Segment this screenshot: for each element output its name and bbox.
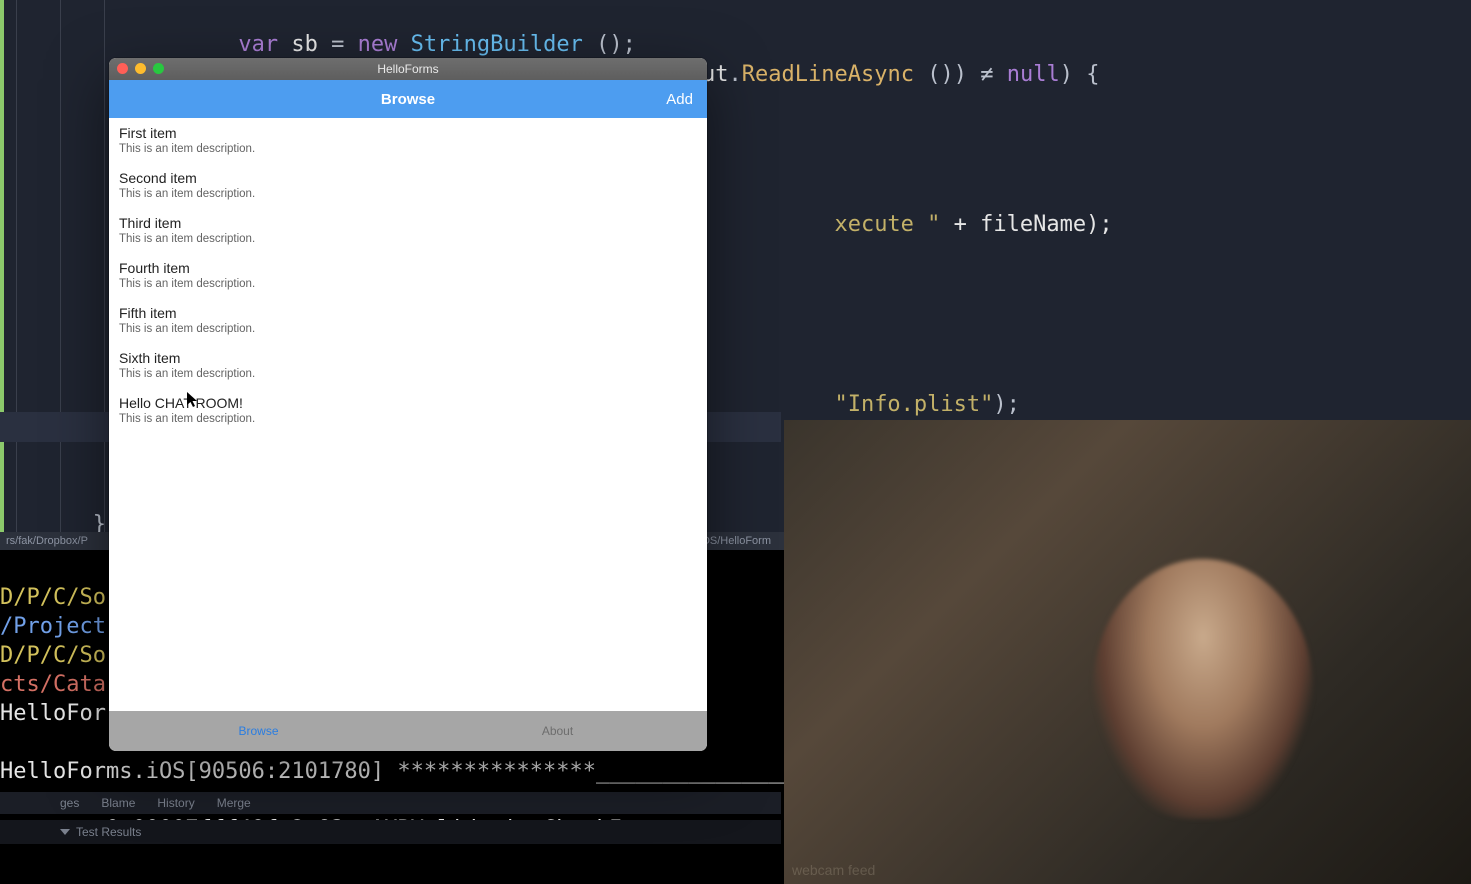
- list-item[interactable]: First item This is an item description.: [109, 118, 707, 163]
- list-item[interactable]: Fifth item This is an item description.: [109, 298, 707, 343]
- item-title: Third item: [119, 215, 697, 231]
- add-button[interactable]: Add: [666, 80, 693, 118]
- close-button[interactable]: [117, 63, 128, 74]
- tab-ges[interactable]: ges: [60, 796, 79, 810]
- list-item[interactable]: Sixth item This is an item description.: [109, 343, 707, 388]
- tab-about[interactable]: About: [408, 711, 707, 751]
- minimize-button[interactable]: [135, 63, 146, 74]
- editor-bottom-tabs: ges Blame History Merge: [0, 792, 781, 814]
- item-title: Fourth item: [119, 260, 697, 276]
- tab-history[interactable]: History: [157, 796, 194, 810]
- item-subtitle: This is an item description.: [119, 413, 697, 425]
- helloforms-window: HelloForms Browse Add First item This is…: [109, 58, 707, 751]
- webcam-feed: webcam feed: [784, 420, 1471, 884]
- zoom-button[interactable]: [153, 63, 164, 74]
- chevron-down-icon[interactable]: [60, 829, 70, 835]
- item-title: First item: [119, 125, 697, 141]
- item-subtitle: This is an item description.: [119, 188, 697, 200]
- item-subtitle: This is an item description.: [119, 233, 697, 245]
- item-subtitle: This is an item description.: [119, 278, 697, 290]
- keyword-var: var: [238, 32, 278, 57]
- list-item[interactable]: Fourth item This is an item description.: [109, 253, 707, 298]
- item-title: Fifth item: [119, 305, 697, 321]
- list-item[interactable]: Hello CHAT ROOM! This is an item descrip…: [109, 388, 707, 433]
- item-subtitle: This is an item description.: [119, 143, 697, 155]
- item-list[interactable]: First item This is an item description. …: [109, 118, 707, 711]
- list-item[interactable]: Third item This is an item description.: [109, 208, 707, 253]
- item-title: Sixth item: [119, 350, 697, 366]
- nav-title: Browse: [381, 91, 435, 108]
- window-traffic-lights: [117, 63, 164, 74]
- window-title: HelloForms: [377, 62, 438, 76]
- list-item[interactable]: Second item This is an item description.: [109, 163, 707, 208]
- item-title: Hello CHAT ROOM!: [119, 395, 697, 411]
- test-results-label[interactable]: Test Results: [76, 825, 141, 839]
- tab-merge[interactable]: Merge: [217, 796, 251, 810]
- tab-blame[interactable]: Blame: [101, 796, 135, 810]
- tab-bar: Browse About: [109, 711, 707, 751]
- item-subtitle: This is an item description.: [119, 323, 697, 335]
- item-subtitle: This is an item description.: [119, 368, 697, 380]
- navigation-bar: Browse Add: [109, 80, 707, 118]
- item-title: Second item: [119, 170, 697, 186]
- editor-status-bar: Test Results: [0, 820, 781, 844]
- tab-browse[interactable]: Browse: [109, 711, 408, 751]
- window-titlebar[interactable]: HelloForms: [109, 58, 707, 80]
